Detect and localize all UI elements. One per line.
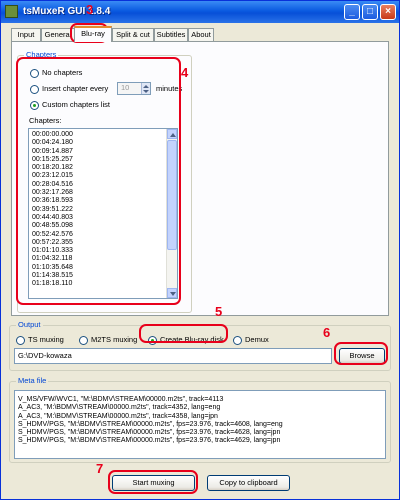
insert-chapter-label: Insert chapter every <box>42 84 109 93</box>
minimize-button[interactable]: _ <box>344 4 360 20</box>
create-bluray-label: Create Blu-ray disk <box>160 335 224 344</box>
meta-file-group: Meta file V_MS/VFW/WVC1, "M:\BDMV\STREAM… <box>9 376 391 463</box>
chapter-item[interactable]: 00:52:42.576 <box>32 231 73 239</box>
chapter-item[interactable]: 01:04:32.118 <box>32 255 73 263</box>
chapter-item[interactable]: 00:15:25.257 <box>32 156 73 164</box>
annotation-3: 3 <box>86 2 94 17</box>
demux-label: Demux <box>245 335 269 344</box>
tab-split-cut[interactable]: Split & cut <box>112 28 154 41</box>
meta-line[interactable]: A_AC3, "M:\BDMV\STREAM\00000.m2ts", trac… <box>18 404 283 412</box>
maximize-button[interactable]: □ <box>362 4 378 20</box>
meta-line[interactable]: S_HDMV/PGS, "M:\BDMV\STREAM\00000.m2ts",… <box>18 421 283 429</box>
tab-general[interactable]: General <box>41 28 75 41</box>
app-window: tsMuxeR GUI 1.8.4 _ □ × Input General Bl… <box>0 0 400 500</box>
chapter-item[interactable]: 00:09:14.887 <box>32 148 73 156</box>
chapter-item[interactable]: 01:10:35.648 <box>32 264 73 272</box>
scroll-down-button[interactable] <box>167 288 177 298</box>
chapter-item[interactable]: 01:14:38.515 <box>32 272 73 280</box>
tab-about[interactable]: About <box>188 28 214 41</box>
spinner-arrows[interactable] <box>141 83 150 94</box>
meta-line[interactable]: S_HDMV/PGS, "M:\BDMV\STREAM\00000.m2ts",… <box>18 429 283 437</box>
start-muxing-button[interactable]: Start muxing <box>112 475 195 491</box>
meta-rows: V_MS/VFW/WVC1, "M:\BDMV\STREAM\00000.m2t… <box>18 396 283 446</box>
ts-muxing-radio[interactable] <box>16 336 25 345</box>
output-path-input[interactable]: G:\DVD-kowaza <box>14 348 332 364</box>
browse-button[interactable]: Browse <box>339 348 385 364</box>
tab-blu-ray[interactable]: Blu-ray <box>74 26 112 42</box>
tab-input[interactable]: Input <box>11 28 41 41</box>
scroll-down-icon <box>170 292 176 296</box>
chapter-item[interactable]: 00:48:55.098 <box>32 222 73 230</box>
scroll-up-button[interactable] <box>167 129 177 139</box>
chapter-item[interactable]: 00:39:51.222 <box>32 206 73 214</box>
meta-file-group-label: Meta file <box>16 376 49 386</box>
no-chapters-radio[interactable] <box>30 69 39 78</box>
meta-file-text[interactable]: V_MS/VFW/WVC1, "M:\BDMV\STREAM\00000.m2t… <box>14 390 386 459</box>
blu-ray-panel: Chapters No chapters Insert chapter ever… <box>11 41 389 316</box>
chapters-group: Chapters No chapters Insert chapter ever… <box>17 50 192 313</box>
chapter-item[interactable]: 00:18:20.182 <box>32 164 73 172</box>
annotation-7: 7 <box>96 461 104 476</box>
annotation-5: 5 <box>215 304 223 319</box>
chapter-item[interactable]: 01:18:18.110 <box>32 280 73 288</box>
spin-down-icon[interactable] <box>143 90 149 93</box>
no-chapters-label: No chapters <box>42 68 83 77</box>
custom-chapters-label: Custom chapters list <box>42 100 110 109</box>
output-group-label: Output <box>16 320 43 330</box>
custom-chapters-radio[interactable] <box>30 101 39 110</box>
chapter-item[interactable]: 00:57:22.355 <box>32 239 73 247</box>
app-icon <box>5 5 18 18</box>
scroll-thumb[interactable] <box>167 140 177 250</box>
chapter-item[interactable]: 00:04:24.180 <box>32 139 73 147</box>
chapters-scrollbar[interactable] <box>166 129 177 298</box>
chapter-item[interactable]: 01:01:10.333 <box>32 247 73 255</box>
create-bluray-radio[interactable] <box>148 336 157 345</box>
output-group: Output TS muxing M2TS muxing Create Blu-… <box>9 320 391 371</box>
demux-radio[interactable] <box>233 336 242 345</box>
chapter-item[interactable]: 00:44:40.803 <box>32 214 73 222</box>
chapters-list-label: Chapters: <box>29 116 62 125</box>
close-button[interactable]: × <box>380 4 396 20</box>
insert-chapter-radio[interactable] <box>30 85 39 94</box>
chapter-item[interactable]: 00:23:12.015 <box>32 172 73 180</box>
scroll-up-icon <box>170 133 176 137</box>
annotation-4: 4 <box>181 65 189 80</box>
meta-line[interactable]: V_MS/VFW/WVC1, "M:\BDMV\STREAM\00000.m2t… <box>18 396 283 404</box>
tab-subtitles[interactable]: Subtitles <box>154 28 188 41</box>
minutes-label: minutes <box>156 84 183 93</box>
chapter-item[interactable]: 00:00:00.000 <box>32 131 73 139</box>
meta-line[interactable]: S_HDMV/PGS, "M:\BDMV\STREAM\00000.m2ts",… <box>18 437 283 445</box>
m2ts-muxing-label: M2TS muxing <box>91 335 138 344</box>
meta-line[interactable]: A_AC3, "M:\BDMV\STREAM\00000.m2ts", trac… <box>18 413 283 421</box>
ts-muxing-label: TS muxing <box>28 335 64 344</box>
interval-spinner[interactable]: 10 <box>117 82 151 95</box>
interval-value: 10 <box>121 83 130 92</box>
chapters-list[interactable]: 00:00:00.000 00:04:24.180 00:09:14.887 00:1… <box>28 128 178 299</box>
m2ts-muxing-radio[interactable] <box>79 336 88 345</box>
chapter-item[interactable]: 00:32:17.268 <box>32 189 73 197</box>
chapters-group-label: Chapters <box>24 50 59 60</box>
window-title: tsMuxeR GUI 1.8.4 <box>23 6 111 17</box>
chapter-item[interactable]: 00:28:04.516 <box>32 181 73 189</box>
chapter-rows: 00:00:00.000 00:04:24.180 00:09:14.887 00:1… <box>32 131 73 289</box>
annotation-6: 6 <box>323 325 331 340</box>
chapter-item[interactable]: 00:36:18.593 <box>32 197 73 205</box>
copy-to-clipboard-button[interactable]: Copy to clipboard <box>207 475 290 491</box>
spin-up-icon[interactable] <box>143 85 149 88</box>
title-bar[interactable]: tsMuxeR GUI 1.8.4 _ □ × <box>1 1 399 23</box>
